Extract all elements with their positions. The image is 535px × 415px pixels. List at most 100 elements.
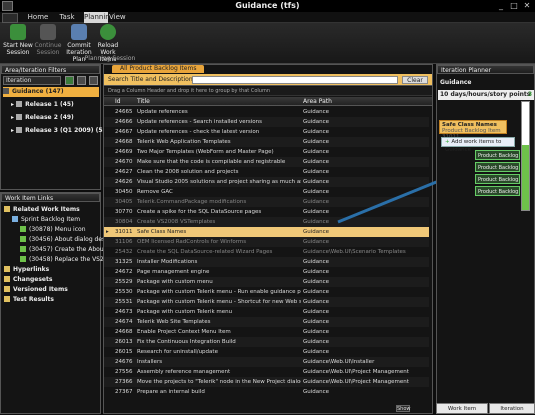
table-row[interactable]: 24667 Update references - check the lates… <box>104 127 429 137</box>
app-icon[interactable] <box>2 1 13 11</box>
cell-area: Guidance <box>303 269 330 275</box>
table-row[interactable]: 24668 Telerik Web Application Templates Gu… <box>104 137 429 147</box>
cell-area: Guidance <box>303 129 330 135</box>
table-row[interactable]: 24669 Two Major Templates (WebForm and Ma… <box>104 147 429 157</box>
planner-work-item-card[interactable]: Product Backlog Item 30804 <box>475 174 520 184</box>
menu-home[interactable]: Home <box>24 12 52 23</box>
continue-session-button[interactable]: Continue Session <box>34 24 62 56</box>
work-item-icon <box>20 256 26 262</box>
table-row[interactable]: 24674 Telerik Web Site Templates Guidance <box>104 317 429 327</box>
planner-work-item-card[interactable]: Product Backlog Item 30455 <box>475 162 520 172</box>
continue-session-label: Continue Session <box>34 42 62 56</box>
table-row[interactable]: 24670 Make sure that the code is compilab… <box>104 157 429 167</box>
filter-settings-icon[interactable] <box>77 76 86 85</box>
table-row[interactable]: 24673 Package with custom Telerik menu Gui… <box>104 307 429 317</box>
cell-title: Move the projects to "Telerik" node in t… <box>137 379 301 385</box>
column-header-id[interactable]: Id <box>115 97 135 106</box>
cell-title: Clean the 2008 solution and projects <box>137 169 239 175</box>
cell-area: Guidance <box>303 109 330 115</box>
app-menu-icon[interactable] <box>2 13 18 23</box>
menu-view[interactable]: View <box>109 12 126 23</box>
planning-session-group-label: Planning Session <box>84 55 136 62</box>
cell-title: Package with custom menu <box>137 279 213 285</box>
table-row[interactable]: 25432 Create the SQL DataSource-related W… <box>104 247 429 257</box>
table-row[interactable]: 27556 Assembly reference management Guidan… <box>104 367 429 377</box>
cell-area: Guidance <box>303 149 330 155</box>
filter-type-select[interactable]: Iteration <box>3 76 61 85</box>
table-row[interactable]: 31325 Installer Modifications Guidance <box>104 257 429 267</box>
link-item[interactable]: (30456) About dialog design <box>20 235 114 245</box>
table-row[interactable]: 24672 Page management engine Guidance <box>104 267 429 277</box>
menu-task-board[interactable]: Task Board <box>52 12 82 32</box>
column-header-title[interactable]: Title <box>137 97 297 106</box>
cell-title: Assembly reference management <box>137 369 231 375</box>
tab-iteration-planner[interactable]: Iteration Planner <box>489 403 535 414</box>
filter-tool-icon[interactable] <box>65 76 74 85</box>
tree-item-guidance[interactable]: Guidance (147) <box>3 87 99 97</box>
tab-work-item-queries[interactable]: Work Item Queries <box>436 403 488 414</box>
search-input[interactable] <box>192 76 398 84</box>
cell-id: 25432 <box>115 249 133 255</box>
add-work-items-tooltip: + Add work items to Guidance <box>441 137 515 153</box>
table-row[interactable]: 24668 Enable Project Context Menu Item Gui… <box>104 327 429 337</box>
table-row[interactable]: 25530 Package with custom Telerik menu - … <box>104 287 429 297</box>
link-item[interactable]: Sprint Backlog Item <box>12 215 80 225</box>
cell-area: Guidance <box>303 289 330 295</box>
grid-body: 24665 Update references Guidance 24666 Updat… <box>104 107 432 407</box>
tree-item-release-3[interactable]: ▸ Release 3 (Q1 2009) (52) <box>11 126 109 136</box>
cell-id: 27367 <box>115 389 133 395</box>
planner-panel-title: Iteration Planner <box>437 65 534 74</box>
work-item-icon <box>20 246 26 252</box>
cell-title: Package with custom Telerik menu - Short… <box>137 299 301 305</box>
cell-title: Telerik Web Application Templates <box>137 139 231 145</box>
table-row[interactable]: 25531 Package with custom Telerik menu - … <box>104 297 429 307</box>
cell-area: Guidance <box>303 349 330 355</box>
minimize-icon[interactable]: _ <box>496 1 506 10</box>
search-bar: Search Title and Description: Clear <box>104 74 432 86</box>
planner-item-value: 2 <box>522 163 526 170</box>
table-row[interactable]: 24666 Update references - Search installe… <box>104 117 429 127</box>
clear-button[interactable]: Clear <box>402 76 428 84</box>
cell-area: Guidance\Web.UI\Project Management <box>303 379 409 385</box>
link-item[interactable]: (30878) Menu icon <box>20 225 86 235</box>
table-row[interactable]: 25529 Package with custom menu Guidance <box>104 277 429 287</box>
cell-title: Two Major Templates (WebForm and Master … <box>137 149 274 155</box>
grid-header: Id Title Area Path <box>104 97 432 106</box>
cell-id: 24668 <box>115 329 133 335</box>
link-item[interactable]: Related Work Items <box>4 205 80 215</box>
table-row[interactable]: 24676 Installers Guidance\Web.UI\Installer <box>104 357 429 367</box>
iteration-planner-panel: Iteration Planner Guidance 10 days/hours… <box>436 64 535 414</box>
planner-work-item-card[interactable]: Product Backlog Item 29771 <box>475 150 520 160</box>
table-row[interactable]: 27366 Move the projects to "Telerik" node… <box>104 377 429 387</box>
column-header-area-path[interactable]: Area Path <box>303 97 423 106</box>
table-row[interactable]: 26015 Research for uninstall/update Guidan… <box>104 347 429 357</box>
maximize-icon[interactable]: □ <box>509 1 519 10</box>
link-item[interactable]: Versioned Items <box>4 285 68 295</box>
link-item[interactable]: Test Results <box>4 295 54 305</box>
planner-iteration-name: Guidance <box>440 79 472 86</box>
cell-title: Create the SQL DataSource-related Wizard… <box>137 249 273 255</box>
drag-card[interactable]: Safe Class Names Product Backlog Item 31… <box>439 120 507 140</box>
table-row[interactable]: 24665 Update references Guidance <box>104 107 429 117</box>
table-row[interactable]: 31106 OEM licensed RadControls for Winfor… <box>104 237 429 247</box>
table-row[interactable]: 26013 Fix the Continuous Integration Buil… <box>104 337 429 347</box>
close-icon[interactable]: ✕ <box>522 1 532 10</box>
planner-work-item-card[interactable]: Product Backlog Item 31106 <box>475 186 520 196</box>
cell-title: Installer Modifications <box>137 259 198 265</box>
tree-item-release-2[interactable]: ▸ Release 2 (49) <box>11 113 74 123</box>
tree-item-release-1[interactable]: ▸ Release 1 (45) <box>11 100 74 110</box>
title-bar: Guidance (tfs) <box>0 0 535 12</box>
menu-planning[interactable]: Planning <box>84 12 114 23</box>
cell-title: Visual Studio 2005 solutions and project… <box>137 179 301 185</box>
table-row[interactable]: 27367 Prepare an internal build Guidance <box>104 387 429 397</box>
start-new-session-button[interactable]: Start New Session <box>2 24 34 56</box>
tab-all-product-backlog-items[interactable]: All Product Backlog Items <box>112 65 205 73</box>
planner-item-value: 1 <box>522 187 526 194</box>
link-item[interactable]: Hyperlinks <box>4 265 49 275</box>
show-button[interactable]: Show <box>396 405 411 412</box>
link-item[interactable]: Changesets <box>4 275 52 285</box>
cell-area: Guidance <box>303 389 330 395</box>
filter-refresh-icon[interactable] <box>89 76 98 85</box>
cell-id: 30450 <box>115 189 133 195</box>
cell-area: Guidance <box>303 329 330 335</box>
